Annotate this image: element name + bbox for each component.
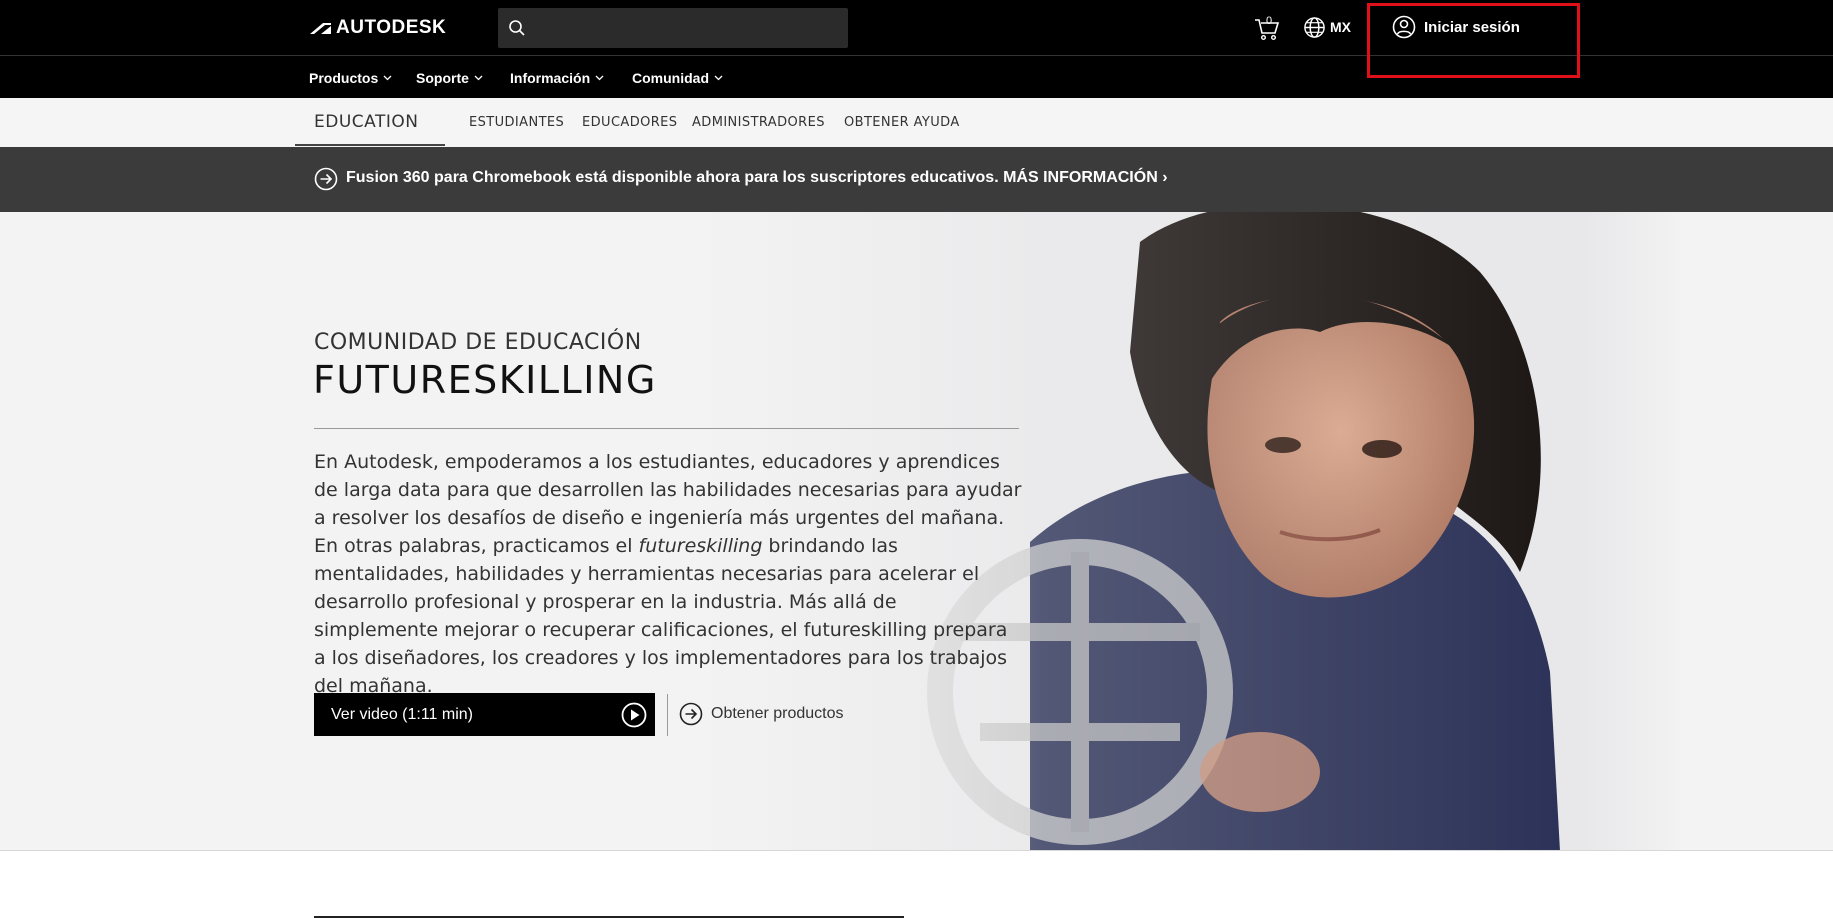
hero-kicker: COMUNIDAD DE EDUCACIÓN	[314, 330, 642, 355]
nav-item-comunidad[interactable]: Comunidad	[632, 70, 723, 86]
subnav-item-educadores[interactable]: EDUCADORES	[582, 115, 677, 130]
hero-title: FUTURESKILLING	[313, 358, 657, 402]
active-tab-indicator	[295, 144, 445, 146]
cart-button[interactable]: 0	[1253, 14, 1281, 42]
nav-item-productos[interactable]: Productos	[309, 70, 392, 86]
autodesk-logo-icon	[310, 23, 331, 34]
chevron-down-icon	[595, 75, 604, 81]
autodesk-logo[interactable]: AUTODESK	[309, 17, 446, 39]
nav-item-label: Comunidad	[632, 70, 709, 86]
announcement-link-label: MÁS INFORMACIÓN	[1003, 169, 1158, 186]
cart-count: 0	[1266, 15, 1273, 27]
get-products-label: Obtener productos	[711, 705, 844, 722]
chevron-down-icon	[714, 75, 723, 81]
search-icon	[509, 20, 525, 36]
nav-item-label: Información	[510, 70, 591, 86]
hero-divider	[314, 428, 1019, 429]
button-separator	[667, 694, 668, 736]
nav-item-soporte[interactable]: Soporte	[416, 70, 483, 86]
nav-item-label: Productos	[309, 70, 379, 86]
hero-body-part2: brindando las mentalidades, habilidades …	[314, 535, 1008, 697]
announcement-link[interactable]: MÁS INFORMACIÓN ›	[1003, 169, 1167, 186]
nav-item-label: Soporte	[416, 70, 469, 86]
arrow-circle-icon	[679, 702, 703, 726]
subnav-item-administradores[interactable]: ADMINISTRADORES	[692, 115, 825, 130]
announcement-text: Fusion 360 para Chromebook está disponib…	[346, 169, 1168, 187]
get-products-link[interactable]: Obtener productos	[679, 702, 844, 726]
nav-item-informacion[interactable]: Información	[510, 70, 604, 86]
watch-video-button[interactable]: Ver video (1:11 min)	[314, 693, 655, 736]
region-selector[interactable]: MX	[1330, 19, 1351, 35]
hero-section: COMUNIDAD DE EDUCACIÓN FUTURESKILLING En…	[0, 212, 1833, 851]
search-input[interactable]	[498, 8, 848, 48]
education-title[interactable]: EDUCATION	[314, 112, 418, 132]
announcement-banner: Fusion 360 para Chromebook está disponib…	[0, 147, 1833, 212]
play-icon	[621, 702, 647, 728]
brand-name: AUTODESK	[336, 17, 447, 38]
announcement-message: Fusion 360 para Chromebook está disponib…	[346, 169, 999, 186]
chevron-down-icon	[383, 75, 392, 81]
globe-icon[interactable]	[1303, 16, 1326, 39]
hero-description: En Autodesk, empoderamos a los estudiant…	[314, 448, 1024, 700]
subnav-item-obtener-ayuda[interactable]: OBTENER AYUDA	[844, 115, 960, 130]
signin-highlight-box	[1367, 3, 1580, 78]
watch-video-label: Ver video (1:11 min)	[331, 705, 473, 723]
subnav-item-estudiantes[interactable]: ESTUDIANTES	[469, 115, 564, 130]
chevron-down-icon	[474, 75, 483, 81]
education-subnav: EDUCATION ESTUDIANTES EDUCADORES ADMINIS…	[0, 98, 1833, 147]
arrow-circle-icon	[314, 167, 338, 191]
hero-body-italic: futureskilling	[638, 535, 763, 557]
